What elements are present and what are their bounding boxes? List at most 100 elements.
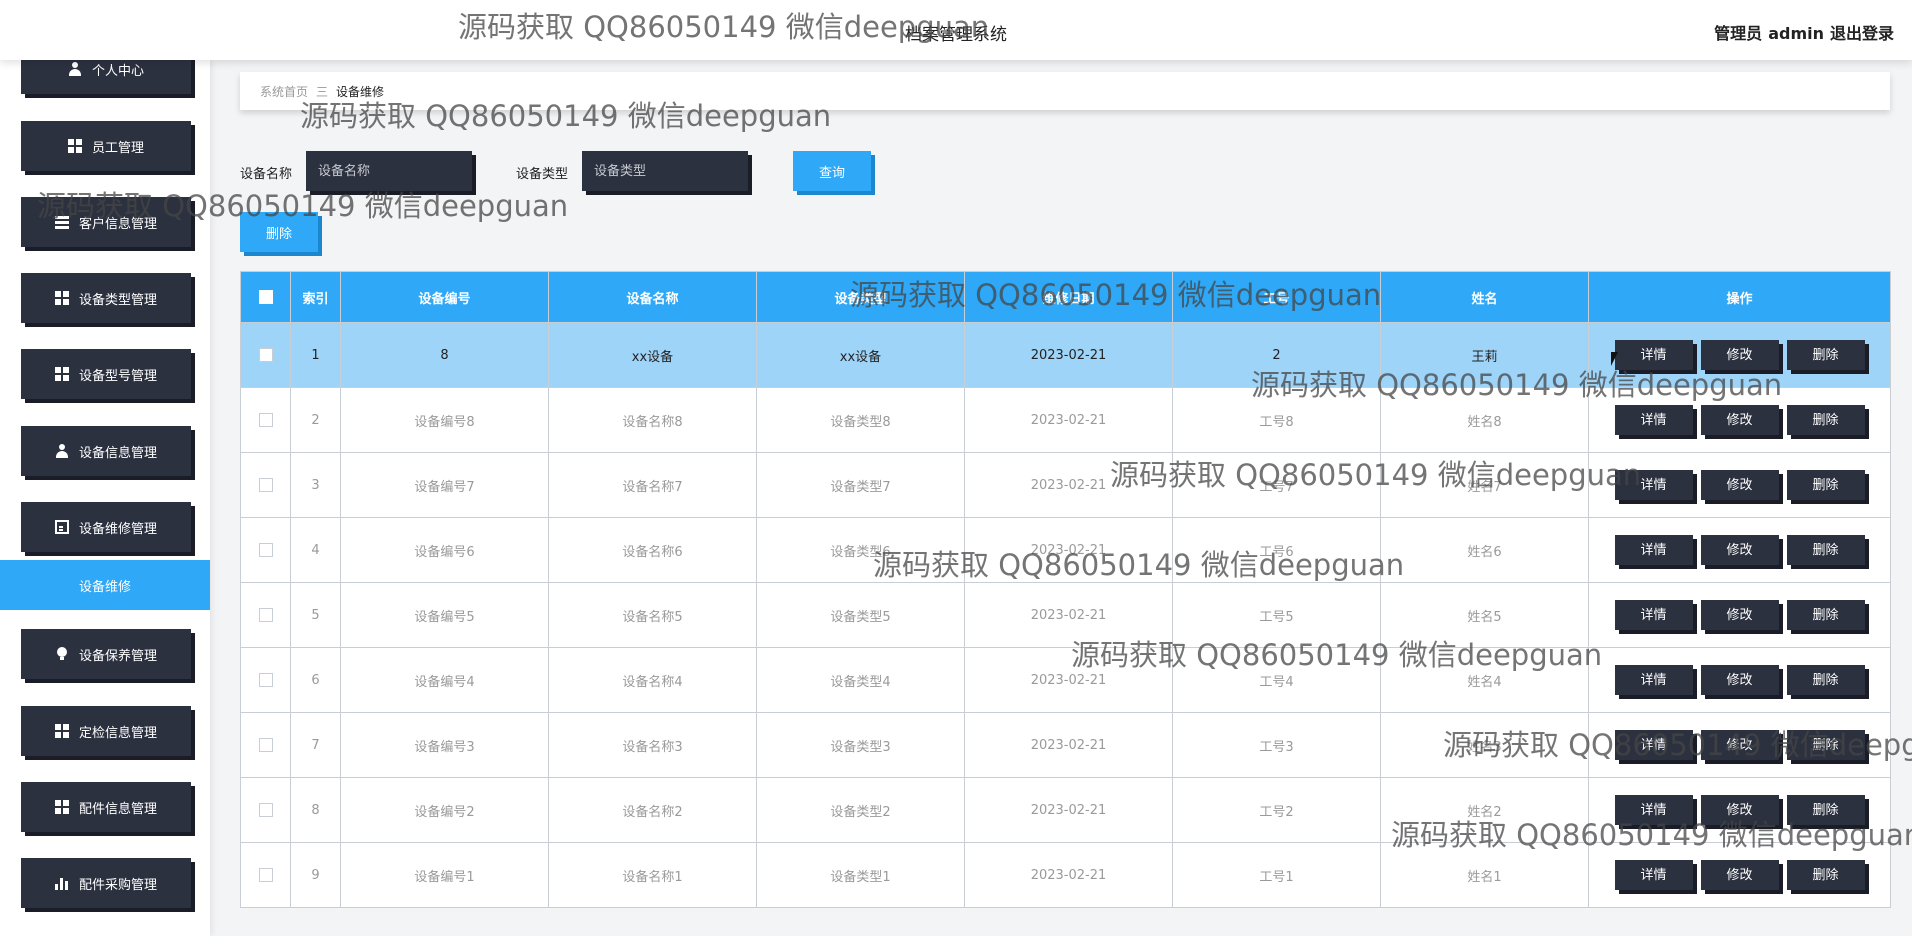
cell-actions: 详情 修改 删除: [1588, 322, 1891, 388]
delete-button[interactable]: 删除: [1786, 340, 1865, 370]
cell-code: 设备编号1: [340, 842, 549, 908]
detail-button[interactable]: 详情: [1614, 470, 1693, 500]
delete-button[interactable]: 删除: [1786, 600, 1865, 630]
sidebar-subitem-device-repair[interactable]: 设备维修: [0, 560, 210, 610]
cell-code: 设备编号3: [340, 712, 549, 778]
cell-index: 1: [290, 322, 341, 388]
sidebar-item-parts-purchase[interactable]: 配件采购管理: [21, 858, 191, 908]
sidebar-item-parts-info[interactable]: 配件信息管理: [21, 782, 191, 832]
delete-button[interactable]: 删除: [1786, 730, 1865, 760]
cell-name: 设备名称2: [548, 777, 757, 843]
table-row[interactable]: 2 设备编号8 设备名称8 设备类型8 2023-02-21 工号8 姓名8 详…: [240, 387, 1891, 453]
query-button[interactable]: 查询: [793, 151, 871, 191]
cell-type: 设备类型1: [756, 842, 965, 908]
row-select-cell[interactable]: [240, 517, 291, 583]
row-checkbox[interactable]: [258, 543, 273, 557]
row-select-cell[interactable]: [240, 842, 291, 908]
row-select-cell[interactable]: [240, 452, 291, 518]
breadcrumb-home[interactable]: 系统首页: [260, 83, 308, 100]
row-checkbox[interactable]: [258, 413, 273, 427]
edit-button[interactable]: 修改: [1700, 860, 1779, 890]
edit-button[interactable]: 修改: [1700, 405, 1779, 435]
detail-button[interactable]: 详情: [1614, 535, 1693, 565]
row-checkbox[interactable]: [258, 348, 273, 362]
row-select-cell[interactable]: [240, 647, 291, 713]
detail-button[interactable]: 详情: [1614, 340, 1693, 370]
detail-button[interactable]: 详情: [1614, 795, 1693, 825]
batch-delete-button[interactable]: 删除: [240, 212, 318, 252]
cell-code: 设备编号7: [340, 452, 549, 518]
delete-button[interactable]: 删除: [1786, 795, 1865, 825]
edit-button[interactable]: 修改: [1700, 340, 1779, 370]
cell-index: 6: [290, 647, 341, 713]
sidebar-item-label: 设备型号管理: [78, 368, 157, 384]
cell-index: 5: [290, 582, 341, 648]
delete-button[interactable]: 删除: [1786, 535, 1865, 565]
table-row[interactable]: 5 设备编号5 设备名称5 设备类型5 2023-02-21 工号5 姓名5 详…: [240, 582, 1891, 648]
row-select-cell[interactable]: [240, 712, 291, 778]
edit-button[interactable]: 修改: [1700, 600, 1779, 630]
detail-button[interactable]: 详情: [1614, 730, 1693, 760]
cell-name: 设备名称1: [548, 842, 757, 908]
table-row[interactable]: 9 设备编号1 设备名称1 设备类型1 2023-02-21 工号1 姓名1 详…: [240, 842, 1891, 908]
sidebar-item-employee[interactable]: 员工管理: [21, 121, 191, 171]
detail-button[interactable]: 详情: [1614, 860, 1693, 890]
edit-button[interactable]: 修改: [1700, 730, 1779, 760]
row-checkbox[interactable]: [258, 803, 273, 817]
edit-button[interactable]: 修改: [1700, 470, 1779, 500]
row-checkbox[interactable]: [258, 868, 273, 882]
table-row[interactable]: 6 设备编号4 设备名称4 设备类型4 2023-02-21 工号4 姓名4 详…: [240, 647, 1891, 713]
row-checkbox[interactable]: [258, 478, 273, 492]
sidebar-item-device-model[interactable]: 设备型号管理: [21, 349, 191, 399]
detail-button[interactable]: 详情: [1614, 600, 1693, 630]
cell-emp-no: 2: [1172, 322, 1381, 388]
row-select-cell[interactable]: [240, 387, 291, 453]
row-checkbox[interactable]: [258, 673, 273, 687]
sidebar-item-device-maintenance[interactable]: 设备保养管理: [21, 629, 191, 679]
device-type-input[interactable]: [582, 151, 748, 191]
breadcrumb-current: 设备维修: [336, 84, 385, 99]
select-all-cell[interactable]: [240, 271, 291, 323]
user-name: admin: [1768, 24, 1824, 43]
table-row[interactable]: 8 设备编号2 设备名称2 设备类型2 2023-02-21 工号2 姓名2 详…: [240, 777, 1891, 843]
cell-emp-no: 工号5: [1172, 582, 1381, 648]
sidebar-item-device-repair[interactable]: 设备维修管理: [21, 502, 191, 552]
row-select-cell[interactable]: [240, 777, 291, 843]
edit-button[interactable]: 修改: [1700, 535, 1779, 565]
row-select-cell[interactable]: [240, 322, 291, 388]
sidebar-item-label: 设备信息管理: [78, 445, 157, 461]
grid-icon: [67, 139, 82, 153]
table-row[interactable]: 1 8 xx设备 xx设备 2023-02-21 2 王莉 详情 修改 删除: [240, 322, 1891, 388]
table-row[interactable]: 4 设备编号6 设备名称6 设备类型6 2023-02-21 工号6 姓名6 详…: [240, 517, 1891, 583]
cell-date: 2023-02-21: [964, 777, 1173, 843]
cell-actions: 详情 修改 删除: [1588, 582, 1891, 648]
user-role: 管理员: [1714, 24, 1763, 43]
delete-button[interactable]: 删除: [1786, 405, 1865, 435]
sidebar-item-personal-center[interactable]: 个人中心: [21, 60, 191, 94]
cell-actions: 详情 修改 删除: [1588, 842, 1891, 908]
cell-code: 设备编号4: [340, 647, 549, 713]
sidebar-item-inspection[interactable]: 定检信息管理: [21, 706, 191, 756]
table-row[interactable]: 7 设备编号3 设备名称3 设备类型3 2023-02-21 工号3 姓名3 详…: [240, 712, 1891, 778]
table-row[interactable]: 3 设备编号7 设备名称7 设备类型7 2023-02-21 工号7 姓名7 详…: [240, 452, 1891, 518]
delete-button[interactable]: 删除: [1786, 860, 1865, 890]
cell-type: 设备类型2: [756, 777, 965, 843]
edit-button[interactable]: 修改: [1700, 665, 1779, 695]
row-select-cell[interactable]: [240, 582, 291, 648]
detail-button[interactable]: 详情: [1614, 405, 1693, 435]
logout-link[interactable]: 退出登录: [1830, 24, 1894, 43]
row-checkbox[interactable]: [258, 608, 273, 622]
delete-button[interactable]: 删除: [1786, 665, 1865, 695]
cell-date: 2023-02-21: [964, 322, 1173, 388]
detail-button[interactable]: 详情: [1614, 665, 1693, 695]
edit-button[interactable]: 修改: [1700, 795, 1779, 825]
row-checkbox[interactable]: [258, 738, 273, 752]
device-name-input[interactable]: [306, 151, 472, 191]
select-all-checkbox[interactable]: [258, 290, 273, 304]
sidebar-item-customer[interactable]: 客户信息管理: [21, 197, 191, 247]
sidebar-item-device-type[interactable]: 设备类型管理: [21, 273, 191, 323]
cell-emp-no: 工号6: [1172, 517, 1381, 583]
delete-button[interactable]: 删除: [1786, 470, 1865, 500]
cell-type: 设备类型3: [756, 712, 965, 778]
sidebar-item-device-info[interactable]: 设备信息管理: [21, 426, 191, 476]
